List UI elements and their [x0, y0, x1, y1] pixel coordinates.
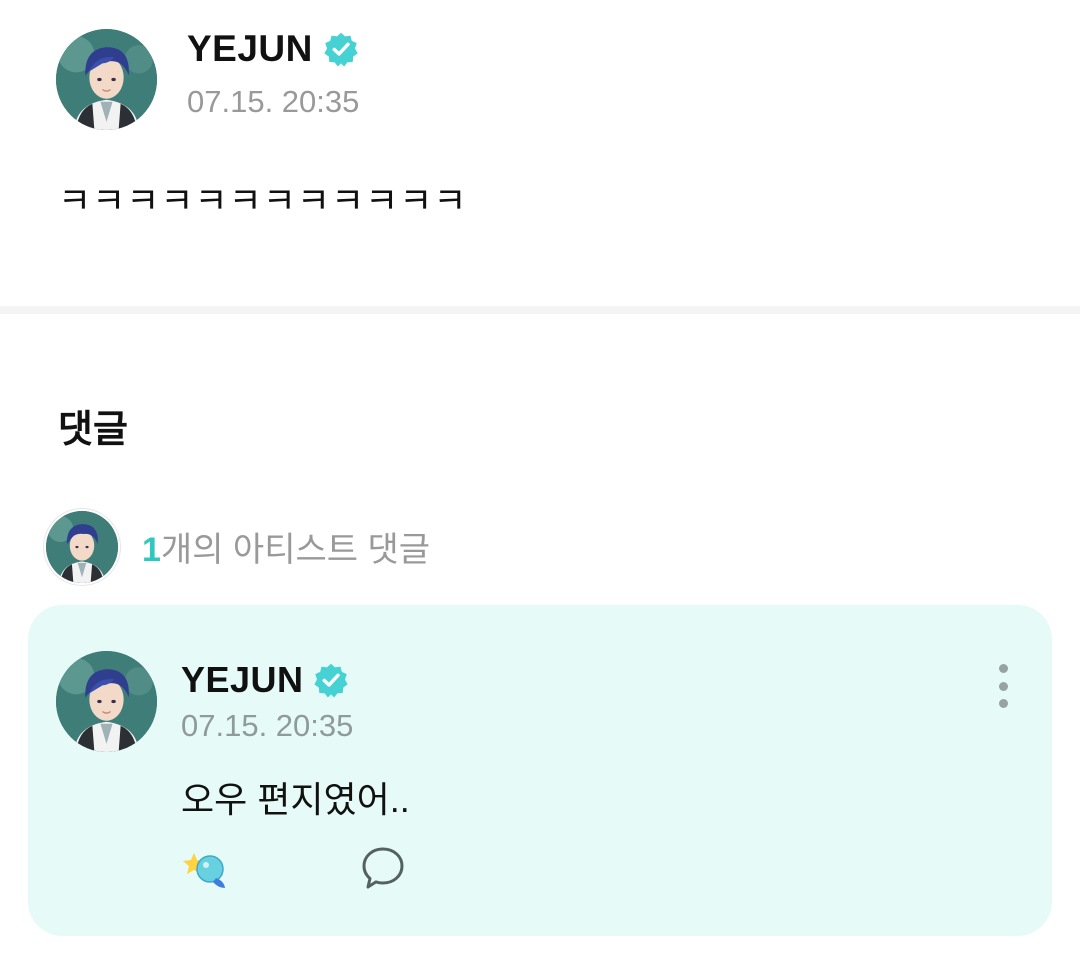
comment-body-text: 오우 편지였어..: [181, 779, 410, 820]
comment-author-name-row: YEJUN: [181, 659, 349, 701]
post-detail-screen: YEJUN 07.15. 20:35 ㅋㅋㅋㅋㅋㅋㅋㅋㅋㅋㅋㅋ 댓글 1개의 아…: [0, 0, 1080, 956]
more-dot: [998, 664, 1008, 673]
comment-timestamp: 07.15. 20:35: [181, 708, 354, 743]
artist-comment-count: 1: [142, 531, 161, 569]
post-author-name-row: YEJUN: [187, 28, 359, 70]
avatar-image: [56, 651, 157, 752]
comment-author-avatar[interactable]: [56, 651, 157, 752]
post-timestamp: 07.15. 20:35: [187, 84, 360, 119]
verified-badge-icon: [313, 662, 349, 698]
avatar-image: [46, 511, 118, 583]
post-author-name: YEJUN: [187, 28, 313, 69]
more-dot: [998, 681, 1008, 691]
more-dot: [998, 699, 1008, 708]
section-divider: [0, 306, 1080, 314]
artist-comment-avatar[interactable]: [46, 511, 118, 583]
post-author-avatar[interactable]: [56, 29, 157, 130]
comment-author-name: YEJUN: [181, 659, 304, 700]
reply-bubble-icon[interactable]: [360, 845, 406, 891]
more-vertical-icon[interactable]: [986, 660, 1020, 712]
avatar-image: [56, 29, 157, 130]
post-body-text: ㅋㅋㅋㅋㅋㅋㅋㅋㅋㅋㅋㅋ: [58, 180, 468, 221]
reaction-icon[interactable]: [180, 843, 232, 893]
artist-comment-label: 개의 아티스트 댓글: [160, 531, 431, 569]
comments-section-title: 댓글: [58, 409, 128, 451]
artist-comment-summary[interactable]: 1개의 아티스트 댓글: [142, 522, 430, 571]
verified-badge-icon: [323, 31, 359, 67]
